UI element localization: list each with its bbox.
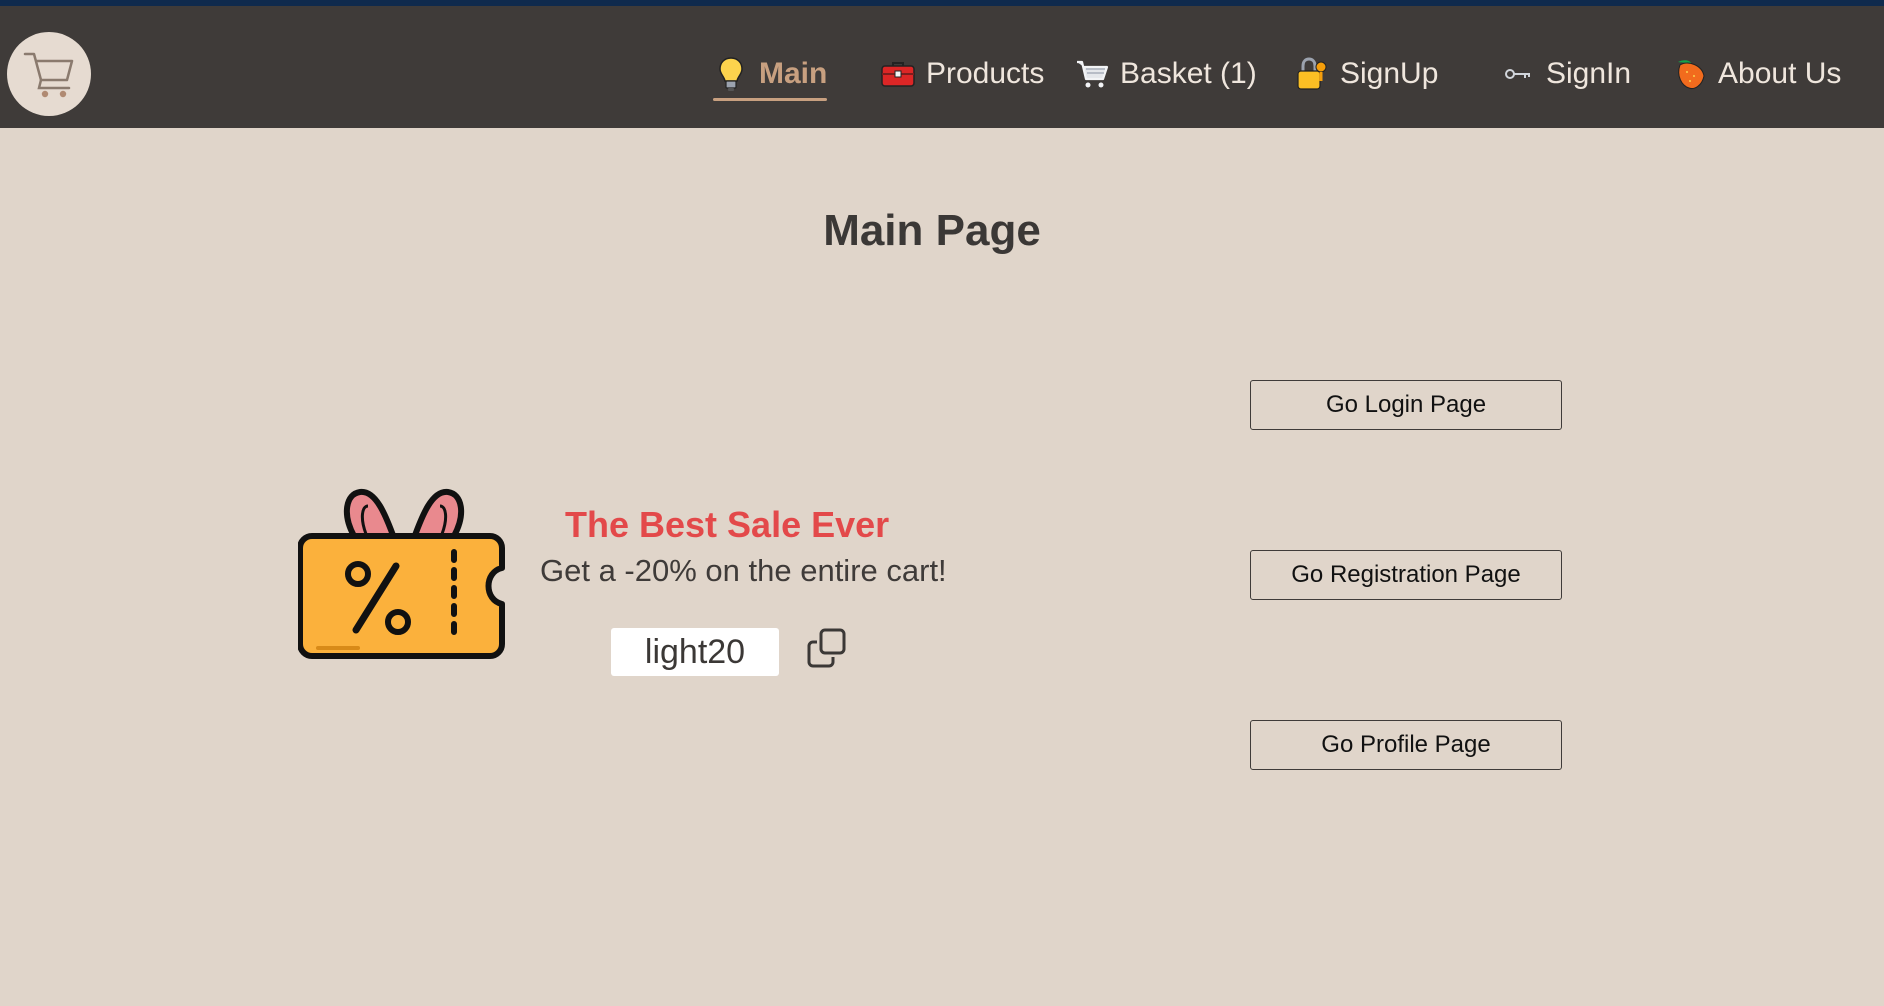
copy-icon bbox=[807, 628, 846, 668]
promo-code-field[interactable]: light20 bbox=[611, 628, 779, 676]
cart-logo-icon bbox=[23, 52, 74, 98]
shopping-cart-logo[interactable] bbox=[7, 32, 91, 116]
nav-item-signup[interactable]: SignUp bbox=[1294, 50, 1438, 98]
copy-code-button[interactable] bbox=[806, 627, 848, 669]
nav-label-products: Products bbox=[926, 57, 1045, 90]
go-login-button[interactable]: Go Login Page bbox=[1250, 380, 1562, 430]
lightbulb-icon bbox=[713, 56, 749, 92]
gift-coupon-image bbox=[297, 486, 518, 666]
nav-label-basket: Basket (1) bbox=[1120, 57, 1257, 90]
nav-item-products[interactable]: Products bbox=[880, 50, 1044, 98]
nav-item-main[interactable]: Main bbox=[713, 50, 828, 101]
toolbox-icon bbox=[880, 56, 916, 92]
nav-label-signup: SignUp bbox=[1340, 57, 1439, 90]
strawberry-icon bbox=[1672, 56, 1708, 92]
shopping-cart-icon bbox=[1074, 56, 1110, 92]
top-navbar: Main Products Basket (1) SignUp SignIn A… bbox=[0, 6, 1884, 128]
nav-label-main: Main bbox=[759, 57, 828, 90]
go-registration-button[interactable]: Go Registration Page bbox=[1250, 550, 1562, 600]
promo-subtitle: Get a -20% on the entire cart! bbox=[540, 553, 947, 588]
go-profile-button[interactable]: Go Profile Page bbox=[1250, 720, 1562, 770]
nav-label-about: About Us bbox=[1718, 57, 1842, 90]
lock-key-icon bbox=[1294, 56, 1330, 92]
nav-label-signin: SignIn bbox=[1546, 57, 1632, 90]
promo-title: The Best Sale Ever bbox=[565, 504, 890, 545]
nav-item-signin[interactable]: SignIn bbox=[1500, 50, 1631, 98]
key-icon bbox=[1500, 56, 1536, 92]
page-title: Main Page bbox=[823, 206, 1041, 255]
nav-item-basket[interactable]: Basket (1) bbox=[1074, 50, 1257, 98]
nav-item-about[interactable]: About Us bbox=[1672, 50, 1841, 98]
